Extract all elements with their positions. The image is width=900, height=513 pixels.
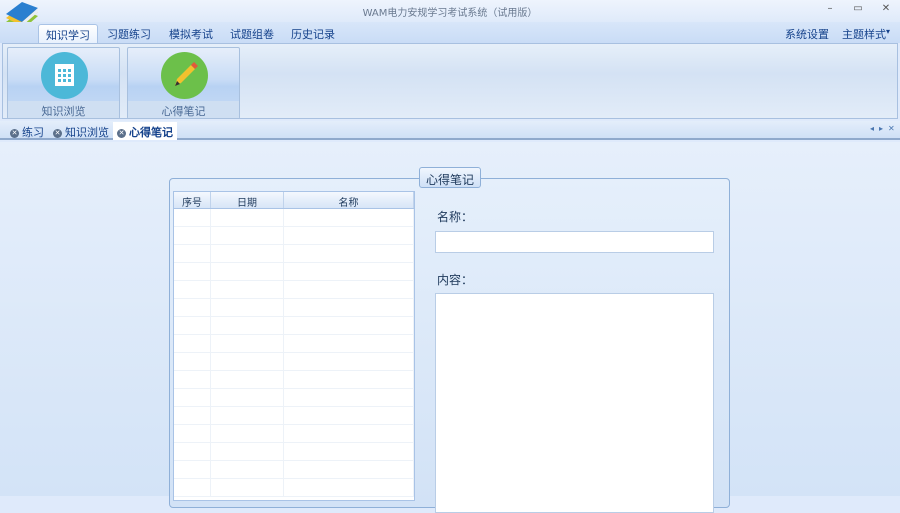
tab-exercise[interactable]: 习题练习 bbox=[100, 24, 158, 43]
close-tab-icon[interactable]: ✕ bbox=[10, 129, 19, 138]
tab-history[interactable]: 历史记录 bbox=[284, 24, 342, 43]
table-icon bbox=[41, 52, 88, 99]
column-header-date[interactable]: 日期 bbox=[211, 192, 284, 209]
minimize-button[interactable]: – bbox=[822, 3, 838, 14]
table-row[interactable] bbox=[174, 407, 414, 425]
table-row[interactable] bbox=[174, 461, 414, 479]
chevron-down-icon[interactable]: ▾ bbox=[884, 24, 892, 43]
table-row[interactable] bbox=[174, 227, 414, 245]
tab-label: 练习 bbox=[22, 126, 44, 139]
table-row[interactable] bbox=[174, 299, 414, 317]
tab-paper-compose[interactable]: 试题组卷 bbox=[223, 24, 281, 43]
table-row[interactable] bbox=[174, 263, 414, 281]
column-header-index[interactable]: 序号 bbox=[174, 192, 211, 209]
tab-label: 知识浏览 bbox=[65, 126, 109, 139]
table-row[interactable] bbox=[174, 209, 414, 227]
table-row[interactable] bbox=[174, 443, 414, 461]
pencil-icon bbox=[161, 52, 208, 99]
button-label: 心得笔记 bbox=[128, 101, 239, 118]
knowledge-browse-button[interactable]: 知识浏览 bbox=[7, 47, 120, 119]
doc-tab-practice[interactable]: ✕ 练习 bbox=[6, 122, 48, 140]
doc-tab-knowledge-browse[interactable]: ✕ 知识浏览 bbox=[49, 122, 113, 140]
document-tabs: ✕ 练习 ✕ 知识浏览 ✕ 心得笔记 ◂ ▸ ✕ bbox=[0, 121, 900, 140]
close-button[interactable]: ✕ bbox=[878, 3, 894, 14]
group-title: 心得笔记 bbox=[419, 167, 481, 188]
column-header-name[interactable]: 名称 bbox=[284, 192, 414, 209]
name-input[interactable] bbox=[435, 231, 714, 253]
maximize-button[interactable]: ▭ bbox=[850, 3, 866, 14]
table-row[interactable] bbox=[174, 479, 414, 497]
window-title: WAM电力安规学习考试系统（试用版） bbox=[362, 8, 538, 19]
content-textarea[interactable] bbox=[435, 293, 714, 513]
close-all-icon[interactable]: ✕ bbox=[884, 122, 899, 140]
table-row[interactable] bbox=[174, 389, 414, 407]
notes-button[interactable]: 心得笔记 bbox=[127, 47, 240, 119]
title-bar: WAM电力安规学习考试系统（试用版） – ▭ ✕ bbox=[0, 0, 900, 22]
tab-label: 心得笔记 bbox=[129, 126, 173, 139]
name-label: 名称： bbox=[437, 210, 474, 224]
table-row[interactable] bbox=[174, 317, 414, 335]
table-row[interactable] bbox=[174, 353, 414, 371]
doc-tab-notes[interactable]: ✕ 心得笔记 bbox=[113, 122, 177, 140]
notes-table[interactable]: 序号 日期 名称 bbox=[173, 191, 415, 501]
table-row[interactable] bbox=[174, 335, 414, 353]
close-tab-icon[interactable]: ✕ bbox=[117, 129, 126, 138]
tab-mock-exam[interactable]: 模拟考试 bbox=[162, 24, 220, 43]
close-tab-icon[interactable]: ✕ bbox=[53, 129, 62, 138]
system-settings-menu[interactable]: 系统设置 bbox=[778, 24, 836, 43]
table-row[interactable] bbox=[174, 245, 414, 263]
table-row[interactable] bbox=[174, 281, 414, 299]
ribbon-tabs: 知识学习 习题练习 模拟考试 试题组卷 历史记录 系统设置 主题样式 ▾ bbox=[0, 22, 900, 43]
content-label: 内容： bbox=[437, 273, 474, 287]
ribbon-panel: 知识浏览 心得笔记 bbox=[2, 43, 898, 119]
table-row[interactable] bbox=[174, 371, 414, 389]
table-header: 序号 日期 名称 bbox=[174, 192, 414, 209]
tab-knowledge-study[interactable]: 知识学习 bbox=[38, 24, 98, 43]
table-row[interactable] bbox=[174, 425, 414, 443]
button-label: 知识浏览 bbox=[8, 101, 119, 118]
